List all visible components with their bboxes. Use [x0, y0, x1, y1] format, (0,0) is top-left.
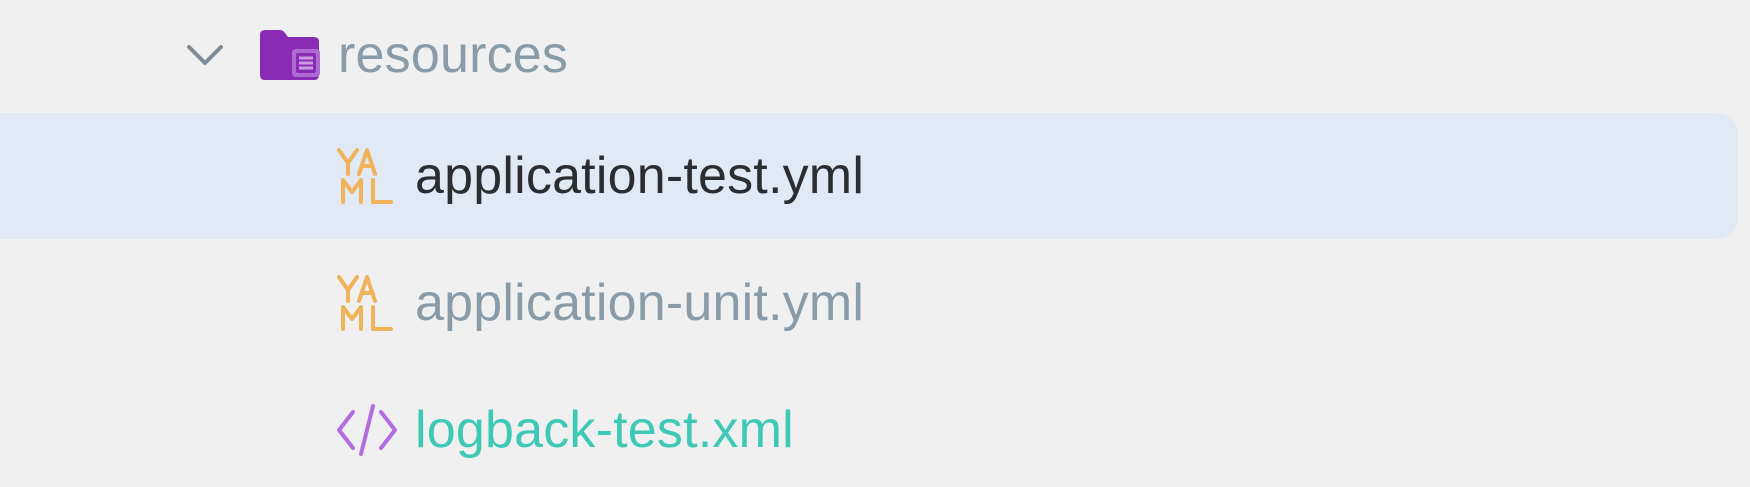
yaml-file-icon	[335, 144, 399, 208]
yaml-file-icon	[335, 271, 399, 335]
chevron-down-icon[interactable]	[185, 35, 225, 75]
resource-folder-icon	[256, 27, 323, 83]
xml-file-icon	[335, 398, 399, 462]
file-label: logback-test.xml	[415, 401, 794, 459]
file-label: application-test.yml	[415, 147, 865, 205]
tree-row-application-test-yml[interactable]: application-test.yml	[0, 113, 1738, 239]
tree-row-logback-test-xml[interactable]: logback-test.xml	[0, 367, 1738, 487]
folder-label: resources	[338, 26, 569, 84]
file-label: application-unit.yml	[415, 274, 865, 332]
tree-row-resources-folder[interactable]: resources	[0, 0, 1738, 118]
project-tree: resources application-test.yml applicati…	[0, 0, 1750, 487]
tree-row-application-unit-yml[interactable]: application-unit.yml	[0, 240, 1738, 366]
